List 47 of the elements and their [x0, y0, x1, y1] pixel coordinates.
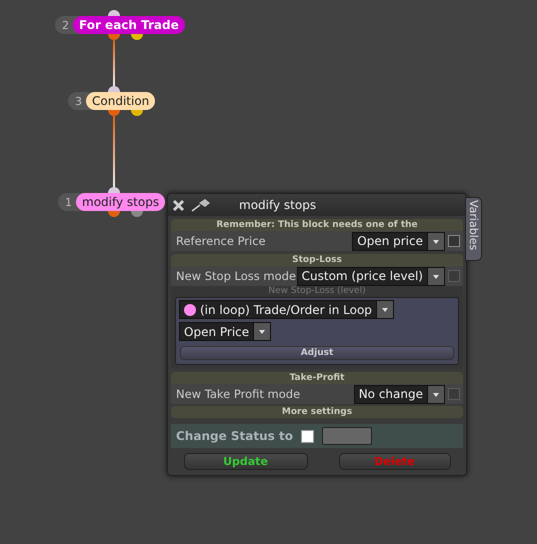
output-port[interactable]: [108, 211, 120, 217]
caret-icon: [427, 232, 444, 250]
mode-dropdown[interactable]: Open price: [352, 232, 445, 250]
output-port[interactable]: [131, 34, 143, 40]
field-label: Reference Price: [175, 234, 267, 248]
caret-icon: [427, 268, 444, 284]
field-dropdown[interactable]: Open Price: [179, 322, 272, 341]
node-label[interactable]: Condition: [86, 92, 156, 110]
dropdown-value: Open Price: [184, 324, 250, 338]
update-button[interactable]: Update: [184, 453, 308, 470]
dropdown-value: No change: [358, 387, 423, 401]
output-port[interactable]: [108, 34, 120, 40]
input-port[interactable]: [108, 187, 120, 193]
output-port[interactable]: [108, 110, 120, 116]
dropdown-value: Custom (price level): [302, 269, 423, 283]
input-port[interactable]: [108, 86, 120, 92]
status-label: Change Status to: [176, 429, 293, 443]
field-label: New Take Profit mode: [175, 387, 302, 401]
field-label: New Stop Loss mode: [175, 269, 297, 283]
section-header: Stop-Loss: [171, 254, 463, 266]
mode-dropdown[interactable]: Custom (price level): [296, 266, 445, 286]
section-header: Take-Profit: [171, 372, 463, 384]
caret-icon: [253, 323, 270, 340]
node-label[interactable]: For each Trade: [73, 16, 185, 34]
connector-line: [113, 116, 115, 187]
output-port[interactable]: [131, 110, 143, 116]
output-port[interactable]: [131, 211, 143, 217]
input-port[interactable]: [108, 10, 120, 16]
status-field[interactable]: [322, 427, 372, 445]
section-header: Remember: This block needs one of the: [171, 219, 463, 231]
pin-icon[interactable]: [191, 198, 211, 212]
source-dropdown[interactable]: (in loop) Trade/Order in Loop: [179, 300, 394, 319]
window-title: modify stops: [239, 198, 316, 212]
connector-line: [113, 40, 115, 86]
close-icon[interactable]: [172, 198, 185, 212]
caret-icon: [376, 301, 393, 318]
variables-tab[interactable]: Variables: [465, 197, 482, 261]
caret-icon: [427, 386, 444, 402]
group-caption: New Stop-Loss (level): [267, 286, 367, 297]
mode-dropdown[interactable]: No change: [354, 384, 445, 404]
checkbox[interactable]: [300, 430, 314, 442]
node-label[interactable]: modify stops: [76, 193, 166, 211]
dropdown-value: Open price: [357, 234, 423, 248]
dropdown-value: (in loop) Trade/Order in Loop: [200, 302, 372, 316]
checkbox[interactable]: [448, 235, 460, 247]
more-settings-header[interactable]: More settings: [171, 406, 463, 418]
adjust-button[interactable]: Adjust: [180, 346, 454, 360]
